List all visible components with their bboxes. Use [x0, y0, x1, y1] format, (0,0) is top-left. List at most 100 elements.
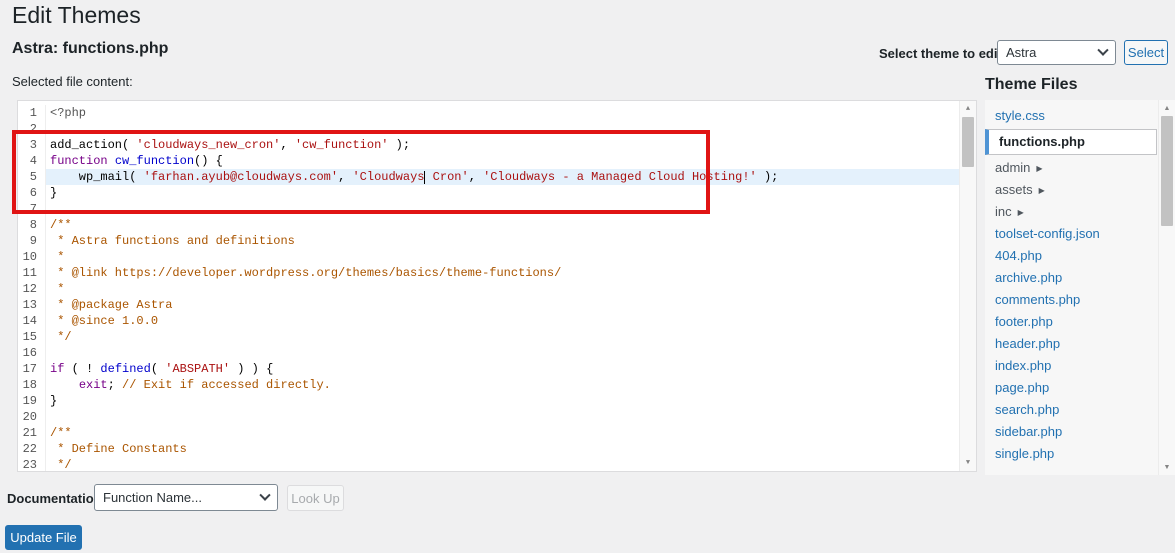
theme-file-footer.php[interactable]: footer.php	[985, 311, 1157, 333]
code-text: * @since 1.0.0	[50, 314, 159, 328]
line-number: 18	[18, 377, 46, 393]
code-text: }	[50, 394, 58, 408]
file-label: index.php	[995, 358, 1052, 373]
code-line[interactable]: 20	[18, 409, 976, 425]
code-line[interactable]: 11 * @link https://developer.wordpress.o…	[18, 265, 976, 281]
line-number: 19	[18, 393, 46, 409]
code-line[interactable]: 4 function cw_function() {	[18, 153, 976, 169]
selected-file-content-label: Selected file content:	[12, 74, 133, 89]
page-title: Edit Themes	[12, 2, 141, 28]
file-label: footer.php	[995, 314, 1053, 329]
file-label: assets	[995, 182, 1033, 197]
theme-files-scrollbar[interactable]: ▲ ▼	[1158, 100, 1175, 475]
line-number: 13	[18, 297, 46, 313]
code-line[interactable]: 22 * Define Constants	[18, 441, 976, 457]
code-text: *	[50, 282, 65, 296]
code-line[interactable]: 15 */	[18, 329, 976, 345]
code-line[interactable]: 13 * @package Astra	[18, 297, 976, 313]
code-text: if ( ! defined( 'ABSPATH' ) ) {	[50, 362, 274, 376]
code-text: add_action( 'cloudways_new_cron', 'cw_fu…	[50, 138, 411, 152]
theme-file-functions.php[interactable]: functions.php	[985, 129, 1157, 155]
theme-folder-admin[interactable]: admin ▶	[985, 157, 1157, 179]
code-editor[interactable]: 1 <?php 2 3 add_action( 'cloudways_new_cron'…	[17, 100, 977, 472]
theme-file-archive.php[interactable]: archive.php	[985, 267, 1157, 289]
file-label: inc	[995, 204, 1012, 219]
line-number: 23	[18, 457, 46, 471]
theme-file-index.php[interactable]: index.php	[985, 355, 1157, 377]
line-number: 10	[18, 249, 46, 265]
line-number: 5	[18, 169, 46, 185]
theme-select-dropdown[interactable]: Astra	[997, 40, 1116, 65]
scroll-down-icon[interactable]: ▼	[1159, 460, 1175, 474]
code-line[interactable]: 14 * @since 1.0.0	[18, 313, 976, 329]
code-line[interactable]: 8 /**	[18, 217, 976, 233]
line-number: 8	[18, 217, 46, 233]
file-label: admin	[995, 160, 1031, 175]
line-number: 1	[18, 105, 46, 121]
theme-files-scrollbar-thumb[interactable]	[1161, 116, 1173, 226]
theme-folder-inc[interactable]: inc ▶	[985, 201, 1157, 223]
theme-file-sidebar.php[interactable]: sidebar.php	[985, 421, 1157, 443]
editor-scrollbar-thumb[interactable]	[962, 117, 974, 167]
select-theme-button[interactable]: Select	[1124, 40, 1168, 65]
file-label: header.php	[995, 336, 1061, 351]
code-text: * @link https://developer.wordpress.org/…	[50, 266, 562, 280]
edit-themes-page: Edit Themes Astra: functions.php Selecte…	[0, 0, 1175, 553]
code-line[interactable]: 5 wp_mail( 'farhan.ayub@cloudways.com', …	[18, 169, 976, 185]
code-line[interactable]: 21 /**	[18, 425, 976, 441]
code-line[interactable]: 1 <?php	[18, 105, 976, 121]
file-label: functions.php	[999, 134, 1085, 149]
update-file-button[interactable]: Update File	[5, 525, 82, 550]
code-line[interactable]: 19}	[18, 393, 976, 409]
theme-file-header.php[interactable]: header.php	[985, 333, 1157, 355]
documentation-select-dropdown[interactable]: Function Name...	[94, 484, 278, 511]
editor-scrollbar[interactable]: ▲ ▼	[959, 101, 976, 471]
line-number: 20	[18, 409, 46, 425]
file-label: archive.php	[995, 270, 1063, 285]
code-line[interactable]: 17 if ( ! defined( 'ABSPATH' ) ) {	[18, 361, 976, 377]
code-text: */	[50, 330, 72, 344]
theme-file-search.php[interactable]: search.php	[985, 399, 1157, 421]
code-line[interactable]: 12 *	[18, 281, 976, 297]
code-line[interactable]: 23 */	[18, 457, 976, 471]
theme-file-toolset-config.json[interactable]: toolset-config.json	[985, 223, 1157, 245]
line-number: 7	[18, 201, 46, 217]
theme-file-single.php[interactable]: single.php	[985, 443, 1157, 465]
line-number: 11	[18, 265, 46, 281]
theme-files-list: style.css functions.php admin ▶ assets ▶ inc ▶ t…	[985, 100, 1175, 475]
folder-expand-icon: ▶	[1038, 186, 1045, 195]
code-line[interactable]: 2	[18, 121, 976, 137]
file-label: page.php	[995, 380, 1050, 395]
code-line[interactable]: 9 * Astra functions and definitions	[18, 233, 976, 249]
code-line[interactable]: 10 *	[18, 249, 976, 265]
theme-file-comments.php[interactable]: comments.php	[985, 289, 1157, 311]
code-lines: 1 <?php 2 3 add_action( 'cloudways_new_cron'…	[18, 105, 976, 471]
theme-files-title: Theme Files	[985, 76, 1078, 93]
code-line[interactable]: 6}	[18, 185, 976, 201]
file-label: search.php	[995, 402, 1060, 417]
current-file-title: Astra: functions.php	[12, 40, 169, 57]
file-label: 404.php	[995, 248, 1042, 263]
theme-file-style.css[interactable]: style.css	[985, 105, 1157, 127]
theme-file-404.php[interactable]: 404.php	[985, 245, 1157, 267]
theme-file-page.php[interactable]: page.php	[985, 377, 1157, 399]
code-text: /**	[50, 218, 72, 232]
scroll-down-icon[interactable]: ▼	[960, 456, 976, 470]
code-line[interactable]: 18 exit; // Exit if accessed directly.	[18, 377, 976, 393]
file-label: sidebar.php	[995, 424, 1063, 439]
scroll-up-icon[interactable]: ▲	[960, 102, 976, 116]
code-line[interactable]: 3 add_action( 'cloudways_new_cron', 'cw_f…	[18, 137, 976, 153]
documentation-label: Documentation:	[7, 491, 106, 506]
look-up-button[interactable]: Look Up	[287, 485, 344, 511]
line-number: 21	[18, 425, 46, 441]
select-theme-label: Select theme to edit:	[879, 46, 1007, 61]
line-number: 4	[18, 153, 46, 169]
scroll-up-icon[interactable]: ▲	[1159, 101, 1175, 115]
code-line[interactable]: 16	[18, 345, 976, 361]
code-text: <?php	[50, 106, 87, 120]
code-line[interactable]: 7	[18, 201, 976, 217]
theme-folder-assets[interactable]: assets ▶	[985, 179, 1157, 201]
